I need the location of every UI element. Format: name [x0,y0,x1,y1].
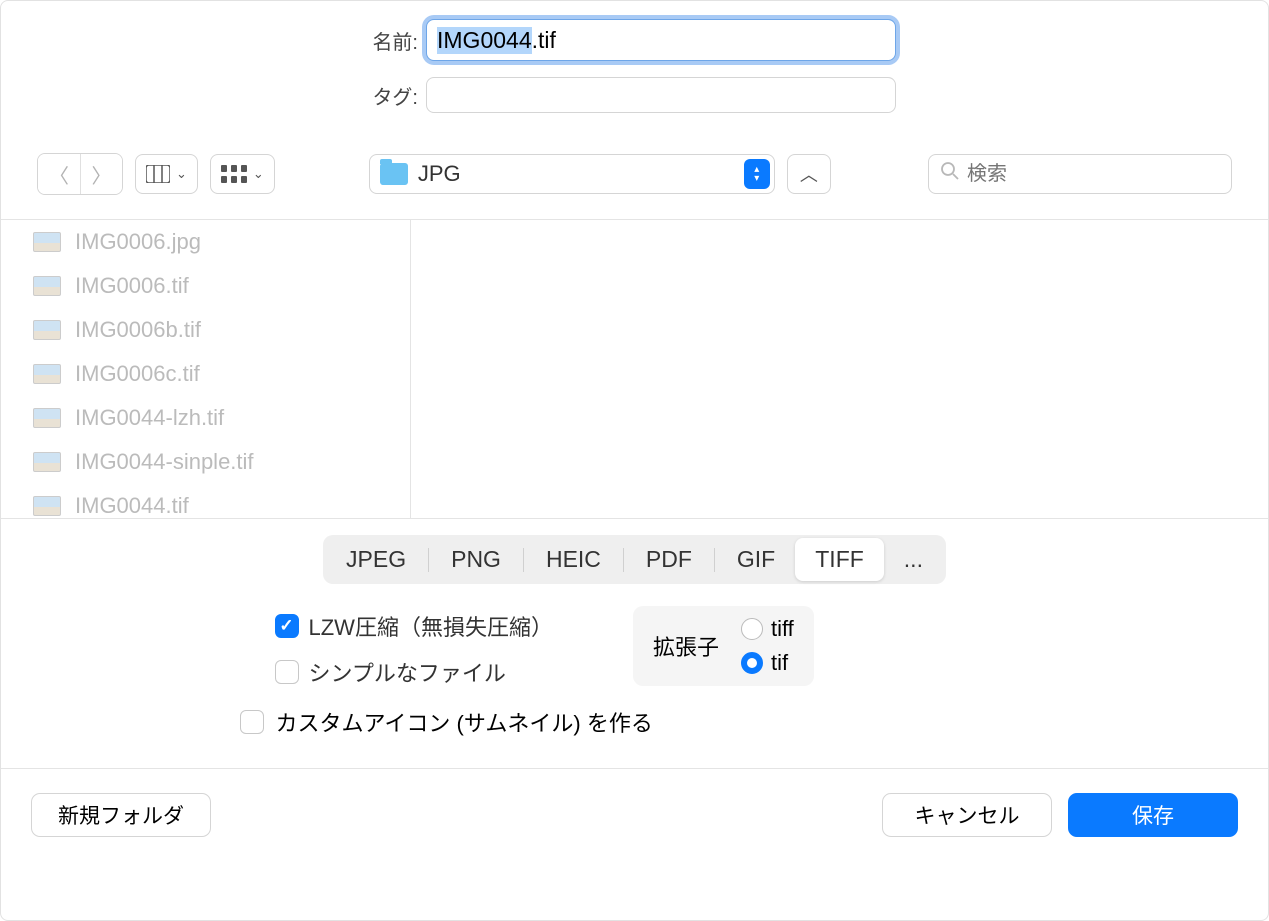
custom-icon-label: カスタムアイコン (サムネイル) を作る [276,706,653,738]
format-segmented: JPEG PNG HEIC PDF GIF TIFF ... [323,535,946,584]
file-name: IMG0006c.tif [75,361,200,387]
search-input[interactable] [967,163,1232,186]
format-pdf[interactable]: PDF [626,538,712,581]
tags-input[interactable] [426,77,896,113]
top-form: 名前: タグ: [1,1,1268,153]
format-more[interactable]: ... [884,538,943,581]
preview-column [411,220,1268,518]
cancel-button[interactable]: キャンセル [882,793,1052,837]
collapse-button[interactable]: ︿ [787,154,831,194]
back-button[interactable]: 〈 [38,154,80,194]
file-row[interactable]: IMG0044-sinple.tif [1,440,410,484]
image-thumbnail-icon [33,408,61,428]
file-name: IMG0006.jpg [75,229,201,255]
lzw-label: LZW圧縮（無損失圧縮） [309,610,553,642]
extension-label: 拡張子 [653,630,719,662]
file-column[interactable]: IMG0006.jpg IMG0006.tif IMG0006b.tif IMG000… [1,220,411,518]
lzw-checkbox-row[interactable]: LZW圧縮（無損失圧縮） [275,610,553,642]
bottom-bar: 新規フォルダ キャンセル 保存 [1,768,1268,861]
format-png[interactable]: PNG [431,538,521,581]
file-name: IMG0044-lzh.tif [75,405,224,431]
file-row[interactable]: IMG0006.jpg [1,220,410,264]
radio-checked-icon [741,652,763,674]
tags-label: タグ: [31,81,426,110]
toolbar: 〈 〉 ⌄ ⌄ JPG ▴▾ ︿ [1,153,1268,219]
file-name: IMG0044.tif [75,493,189,518]
forward-button[interactable]: 〉 [80,154,122,194]
updown-icon: ▴▾ [744,159,770,189]
format-gif[interactable]: GIF [717,538,795,581]
simple-label: シンプルなファイル [309,656,506,688]
radio-icon [741,618,763,640]
format-heic[interactable]: HEIC [526,538,621,581]
simple-checkbox-row[interactable]: シンプルなファイル [275,656,553,688]
image-thumbnail-icon [33,364,61,384]
checkbox-icon [275,660,299,684]
search-icon [941,162,959,186]
file-row[interactable]: IMG0044-lzh.tif [1,396,410,440]
new-folder-button[interactable]: 新規フォルダ [31,793,211,837]
image-thumbnail-icon [33,496,61,516]
ext-radio-tif[interactable]: tif [741,650,794,676]
image-thumbnail-icon [33,232,61,252]
custom-icon-checkbox-row[interactable]: カスタムアイコン (サムネイル) を作る [240,706,960,738]
image-thumbnail-icon [33,276,61,296]
image-thumbnail-icon [33,320,61,340]
format-jpeg[interactable]: JPEG [326,538,426,581]
format-options: JPEG PNG HEIC PDF GIF TIFF ... LZW圧縮（無損失… [1,519,1268,768]
image-thumbnail-icon [33,452,61,472]
chevron-right-icon: 〉 [92,160,112,189]
folder-popup[interactable]: JPG ▴▾ [369,154,775,194]
search-box[interactable] [928,154,1232,194]
grid-icon [221,165,247,183]
file-name: IMG0006.tif [75,273,189,299]
save-dialog: 名前: タグ: 〈 〉 ⌄ ⌄ [0,0,1269,921]
save-button[interactable]: 保存 [1068,793,1238,837]
filename-input[interactable] [426,19,896,61]
ext-radio-tiff[interactable]: tiff [741,616,794,642]
name-label: 名前: [31,26,426,55]
view-columns-button[interactable]: ⌄ [135,154,198,194]
extension-box: 拡張子 tiff tif [633,606,814,686]
checkbox-checked-icon [275,614,299,638]
file-row[interactable]: IMG0006b.tif [1,308,410,352]
file-browser: IMG0006.jpg IMG0006.tif IMG0006b.tif IMG000… [1,219,1268,519]
view-group-button[interactable]: ⌄ [210,154,275,194]
chevron-down-icon: ⌄ [253,166,264,182]
file-row[interactable]: IMG0044.tif [1,484,410,518]
chevron-up-icon: ︿ [800,161,818,187]
file-name: IMG0006b.tif [75,317,201,343]
columns-icon [146,165,170,183]
chevron-down-icon: ⌄ [176,166,187,182]
folder-icon [380,163,408,185]
checkbox-icon [240,710,264,734]
chevron-left-icon: 〈 [49,160,69,189]
file-row[interactable]: IMG0006c.tif [1,352,410,396]
file-row[interactable]: IMG0006.tif [1,264,410,308]
format-tiff[interactable]: TIFF [795,538,884,581]
file-name: IMG0044-sinple.tif [75,449,254,475]
folder-name: JPG [418,161,734,187]
